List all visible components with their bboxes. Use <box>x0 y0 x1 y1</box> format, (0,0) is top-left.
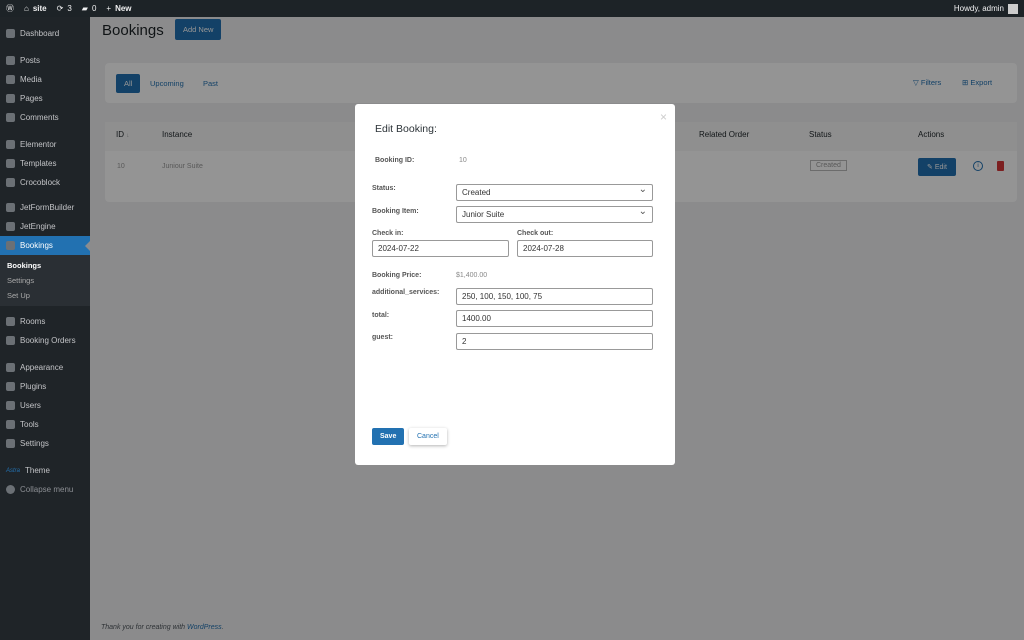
plugin-icon <box>6 382 15 391</box>
menu-rooms[interactable]: Rooms <box>0 312 90 331</box>
folder-icon <box>6 159 15 168</box>
menu-theme[interactable]: Astra Theme <box>0 461 90 480</box>
edit-booking-modal: Edit Booking: × Booking ID: 10 Status: C… <box>355 104 675 465</box>
menu-elementor[interactable]: Elementor <box>0 135 90 154</box>
additional-services-input[interactable]: 250, 100, 150, 100, 75 <box>456 288 653 305</box>
checkin-input[interactable]: 2024-07-22 <box>372 240 509 257</box>
status-label: Status: <box>372 185 396 192</box>
pin-icon <box>6 317 15 326</box>
booking-id-label: Booking ID: <box>375 157 415 164</box>
menu-plugins[interactable]: Plugins <box>0 377 90 396</box>
avatar <box>1008 3 1018 14</box>
booking-id-value: 10 <box>459 157 467 164</box>
menu-users[interactable]: Users <box>0 396 90 415</box>
collapse-icon <box>6 485 15 494</box>
comment-icon <box>6 113 15 122</box>
menu-tools[interactable]: Tools <box>0 415 90 434</box>
menu-jetformbuilder[interactable]: JetFormBuilder <box>0 198 90 217</box>
cancel-button[interactable]: Cancel <box>409 428 447 445</box>
total-input[interactable]: 1400.00 <box>456 310 653 327</box>
save-button[interactable]: Save <box>372 428 405 445</box>
guest-input[interactable]: 2 <box>456 333 653 350</box>
comment-icon: ▰ <box>81 4 88 13</box>
submenu-settings[interactable]: Settings <box>0 273 90 288</box>
checkout-input[interactable]: 2024-07-28 <box>517 240 653 257</box>
sidebar: Dashboard Posts Media Pages Comments Ele… <box>0 17 90 640</box>
user-icon <box>6 401 15 410</box>
elementor-icon <box>6 140 15 149</box>
collapse-menu[interactable]: Collapse menu <box>0 480 90 499</box>
booking-item-select[interactable]: Junior Suite <box>456 206 653 223</box>
booking-item-label: Booking Item: <box>372 208 419 215</box>
menu-bookings[interactable]: Bookings <box>0 236 90 255</box>
booking-price-label: Booking Price: <box>372 272 422 279</box>
home-icon: ⌂ <box>24 4 29 13</box>
close-icon[interactable]: × <box>660 110 667 124</box>
new-link[interactable]: + New <box>106 4 131 13</box>
menu-posts[interactable]: Posts <box>0 51 90 70</box>
brush-icon <box>6 363 15 372</box>
site-link[interactable]: ⌂ site <box>24 4 47 13</box>
menu-comments[interactable]: Comments <box>0 108 90 127</box>
status-select[interactable]: Created <box>456 184 653 201</box>
menu-templates[interactable]: Templates <box>0 154 90 173</box>
jet-icon <box>6 241 15 250</box>
updates-link[interactable]: ⟳ 3 <box>57 4 72 13</box>
wrench-icon <box>6 420 15 429</box>
guest-label: guest: <box>372 334 393 341</box>
total-label: total: <box>372 312 390 319</box>
pin-icon <box>6 56 15 65</box>
submenu-bookings[interactable]: Bookings <box>0 258 90 273</box>
menu-jetengine[interactable]: JetEngine <box>0 217 90 236</box>
jet-icon <box>6 203 15 212</box>
media-icon <box>6 75 15 84</box>
pin-icon <box>6 336 15 345</box>
additional-services-label: additional_services: <box>372 289 440 296</box>
menu-booking-orders[interactable]: Booking Orders <box>0 331 90 350</box>
comments-link[interactable]: ▰ 0 <box>82 4 97 13</box>
account-menu[interactable]: Howdy, admin <box>954 3 1018 14</box>
checkout-label: Check out: <box>517 230 554 237</box>
menu-settings[interactable]: Settings <box>0 434 90 453</box>
menu-crocoblock[interactable]: Crocoblock <box>0 173 90 192</box>
astra-logo: Astra <box>6 467 21 474</box>
settings-icon <box>6 439 15 448</box>
plus-icon: + <box>106 4 112 13</box>
pages-icon <box>6 94 15 103</box>
menu-pages[interactable]: Pages <box>0 89 90 108</box>
menu-dashboard[interactable]: Dashboard <box>0 24 90 43</box>
admin-bar: Ⓦ ⌂ site ⟳ 3 ▰ 0 + New Howdy, admin <box>0 0 1024 17</box>
menu-appearance[interactable]: Appearance <box>0 358 90 377</box>
crocoblock-icon <box>6 178 15 187</box>
dashboard-icon <box>6 29 15 38</box>
wordpress-logo-icon[interactable]: Ⓦ <box>6 3 14 14</box>
modal-title: Edit Booking: <box>375 123 437 135</box>
menu-media[interactable]: Media <box>0 70 90 89</box>
submenu-setup[interactable]: Set Up <box>0 288 90 303</box>
booking-price-value: $1,400.00 <box>456 272 488 279</box>
jet-icon <box>6 222 15 231</box>
checkin-label: Check in: <box>372 230 404 237</box>
updates-icon: ⟳ <box>56 4 64 13</box>
bookings-submenu: Bookings Settings Set Up <box>0 255 90 306</box>
